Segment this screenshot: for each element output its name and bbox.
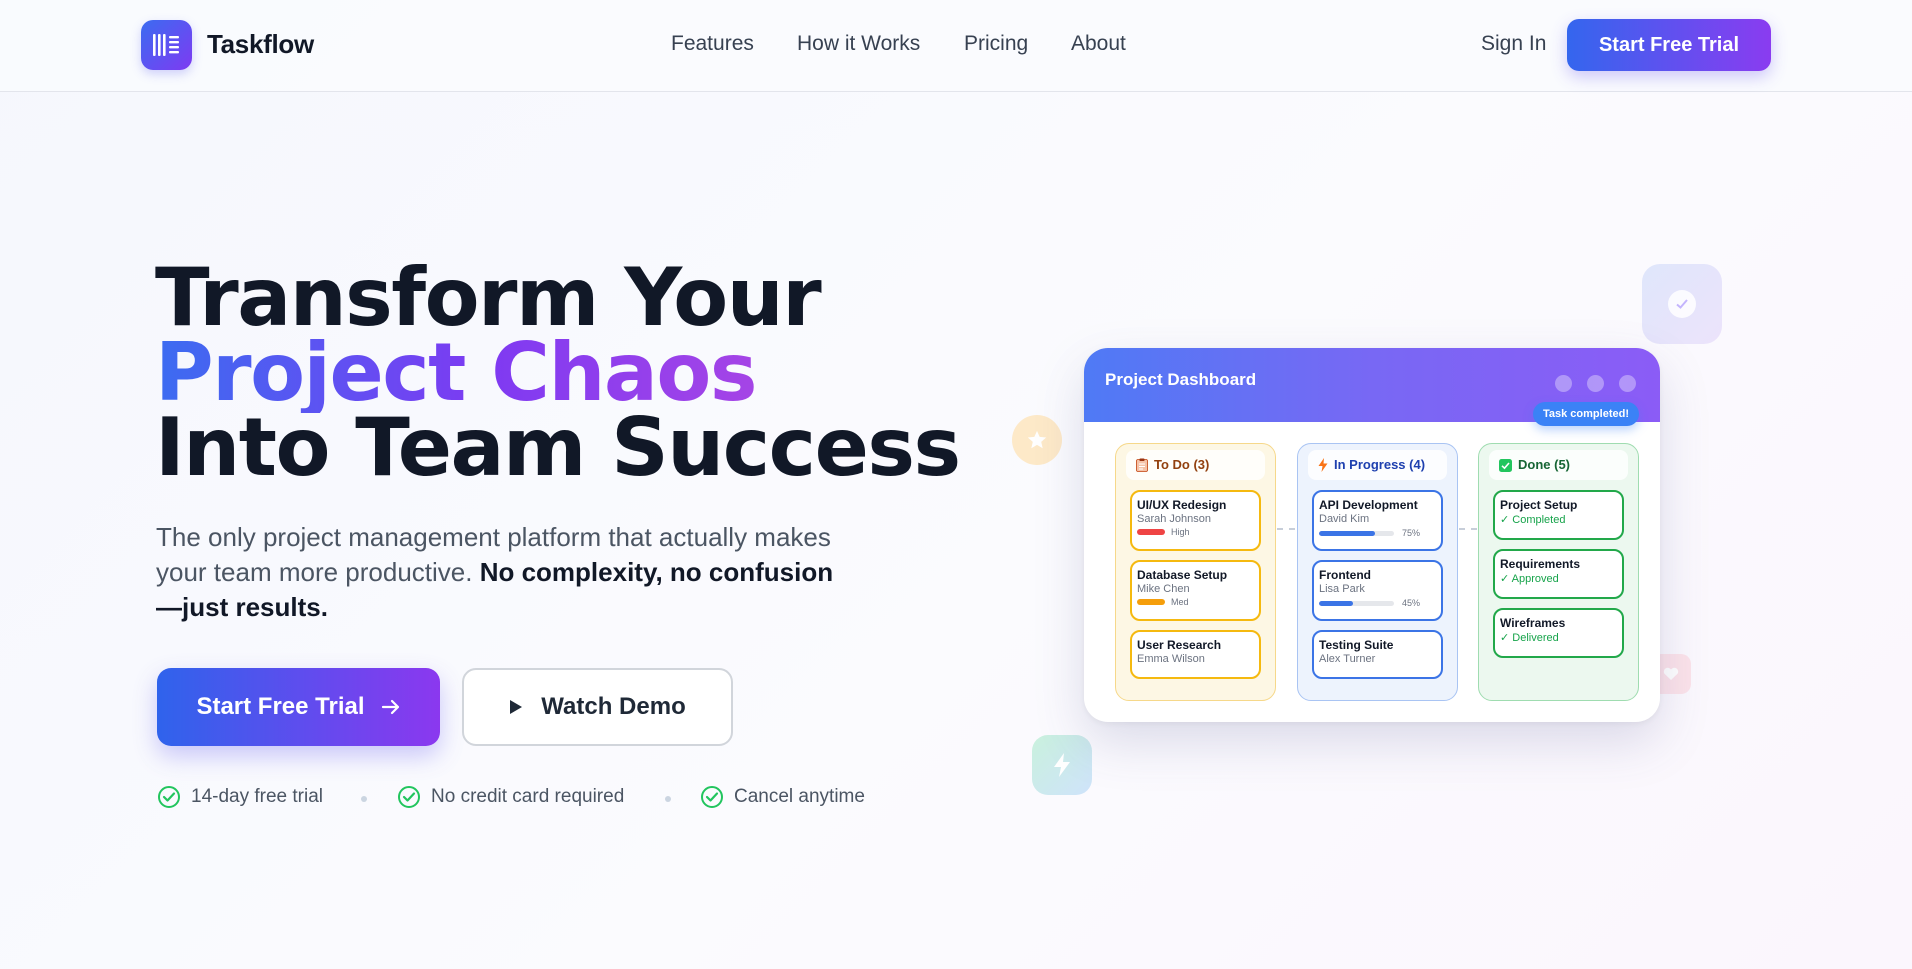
perk-free-trial: 14-day free trial — [157, 785, 323, 809]
window-dot — [1587, 375, 1604, 392]
task-card[interactable]: Wireframes ✓ Delivered — [1493, 608, 1624, 658]
nav-link-pricing[interactable]: Pricing — [964, 32, 1028, 56]
perk-separator — [361, 796, 367, 802]
play-icon — [510, 700, 523, 714]
task-card[interactable]: User Research Emma Wilson — [1130, 630, 1261, 679]
watch-demo-label: Watch Demo — [541, 693, 686, 720]
heart-icon — [1663, 667, 1679, 680]
column-label: Done (5) — [1518, 457, 1570, 472]
progress-bar — [1319, 600, 1394, 606]
taskflow-logo-icon[interactable] — [141, 20, 192, 70]
task-title: Database Setup — [1137, 568, 1228, 582]
dashboard-title: Project Dashboard — [1105, 370, 1257, 389]
task-assignee: David Kim — [1319, 513, 1370, 525]
task-assignee: Lisa Park — [1319, 583, 1365, 595]
task-title: Frontend — [1319, 568, 1371, 582]
floating-check-badge — [1642, 264, 1722, 344]
clipboard-icon — [1136, 458, 1148, 472]
column-label: In Progress (4) — [1334, 457, 1426, 472]
perk-label: No credit card required — [431, 786, 625, 807]
window-dot — [1619, 375, 1636, 392]
window-dot — [1555, 375, 1572, 392]
perk-no-credit-card: No credit card required — [397, 785, 624, 809]
star-icon — [1027, 430, 1047, 449]
task-assignee: Emma Wilson — [1137, 653, 1205, 665]
hero-title-line-3: Into Team Success — [155, 401, 961, 494]
perk-separator — [665, 796, 671, 802]
task-title: Wireframes — [1500, 616, 1566, 630]
task-status: ✓ Completed — [1500, 514, 1566, 526]
task-assignee: Mike Chen — [1137, 583, 1190, 595]
hero-subtitle: The only project management platform tha… — [156, 520, 856, 625]
task-card[interactable]: UI/UX Redesign Sarah Johnson High — [1130, 490, 1261, 551]
nav-link-about[interactable]: About — [1071, 32, 1126, 56]
progress-fill — [1319, 530, 1376, 536]
column-header-done: Done (5) — [1489, 450, 1628, 480]
column-connector — [1277, 528, 1295, 530]
priority-label: High — [1171, 527, 1190, 537]
task-status: ✓ Approved — [1500, 573, 1559, 585]
nav-start-trial-button[interactable]: Start Free Trial — [1567, 19, 1771, 71]
perk-label: Cancel anytime — [734, 786, 865, 807]
perk-label: 14-day free trial — [191, 786, 324, 807]
brand-name[interactable]: Taskflow — [207, 29, 314, 60]
column-in-progress: In Progress (4) API Development David Ki… — [1297, 443, 1458, 701]
task-card[interactable]: Frontend Lisa Park 45% — [1312, 560, 1443, 621]
priority-label: Med — [1171, 597, 1189, 607]
sign-in-link[interactable]: Sign In — [1481, 32, 1546, 56]
nav-link-features[interactable]: Features — [671, 32, 754, 56]
task-card[interactable]: Project Setup ✓ Completed — [1493, 490, 1624, 540]
progress-bar — [1319, 530, 1394, 536]
task-title: User Research — [1137, 638, 1222, 652]
progress-label: 45% — [1402, 598, 1421, 608]
task-card[interactable]: Testing Suite Alex Turner — [1312, 630, 1443, 679]
task-title: Project Setup — [1500, 498, 1578, 512]
task-card[interactable]: Database Setup Mike Chen Med — [1130, 560, 1261, 621]
task-completed-toast: Task completed! — [1533, 402, 1639, 426]
watch-demo-button[interactable]: Watch Demo — [462, 668, 733, 746]
task-title: Testing Suite — [1319, 638, 1394, 652]
nav-link-how-it-works[interactable]: How it Works — [797, 32, 920, 56]
progress-fill — [1319, 600, 1353, 606]
column-connector — [1459, 528, 1477, 530]
column-label: To Do (3) — [1154, 457, 1210, 472]
top-navbar: Taskflow Features How it Works Pricing A… — [0, 0, 1912, 92]
task-title: UI/UX Redesign — [1137, 498, 1227, 512]
task-status: ✓ Delivered — [1500, 632, 1559, 644]
task-assignee: Sarah Johnson — [1137, 513, 1211, 525]
lightning-icon — [1318, 458, 1328, 472]
column-done: Done (5) Project Setup ✓ Completed Requi… — [1478, 443, 1639, 701]
check-circle-icon — [398, 786, 420, 808]
task-assignee: Alex Turner — [1319, 653, 1376, 665]
check-circle-icon — [158, 786, 180, 808]
task-title: API Development — [1319, 498, 1418, 512]
hero-start-trial-button[interactable]: Start Free Trial — [157, 668, 440, 746]
lightning-icon — [1054, 753, 1070, 777]
task-card[interactable]: Requirements ✓ Approved — [1493, 549, 1624, 599]
priority-bar — [1137, 529, 1165, 535]
progress-label: 75% — [1402, 528, 1421, 538]
arrow-right-icon — [381, 699, 399, 715]
hero-start-trial-label: Start Free Trial — [196, 693, 365, 720]
floating-star-badge — [1012, 415, 1062, 465]
priority-bar — [1137, 599, 1165, 605]
column-todo: To Do (3) UI/UX Redesign Sarah Johnson H… — [1115, 443, 1276, 701]
task-card[interactable]: API Development David Kim 75% — [1312, 490, 1443, 551]
column-header-in-progress: In Progress (4) — [1308, 450, 1447, 480]
task-title: Requirements — [1500, 557, 1581, 571]
floating-lightning-badge — [1032, 735, 1092, 795]
perk-cancel-anytime: Cancel anytime — [700, 785, 865, 809]
check-box-icon — [1499, 458, 1512, 472]
check-circle-icon — [701, 786, 723, 808]
check-icon — [1668, 290, 1696, 318]
column-header-todo: To Do (3) — [1126, 450, 1265, 480]
